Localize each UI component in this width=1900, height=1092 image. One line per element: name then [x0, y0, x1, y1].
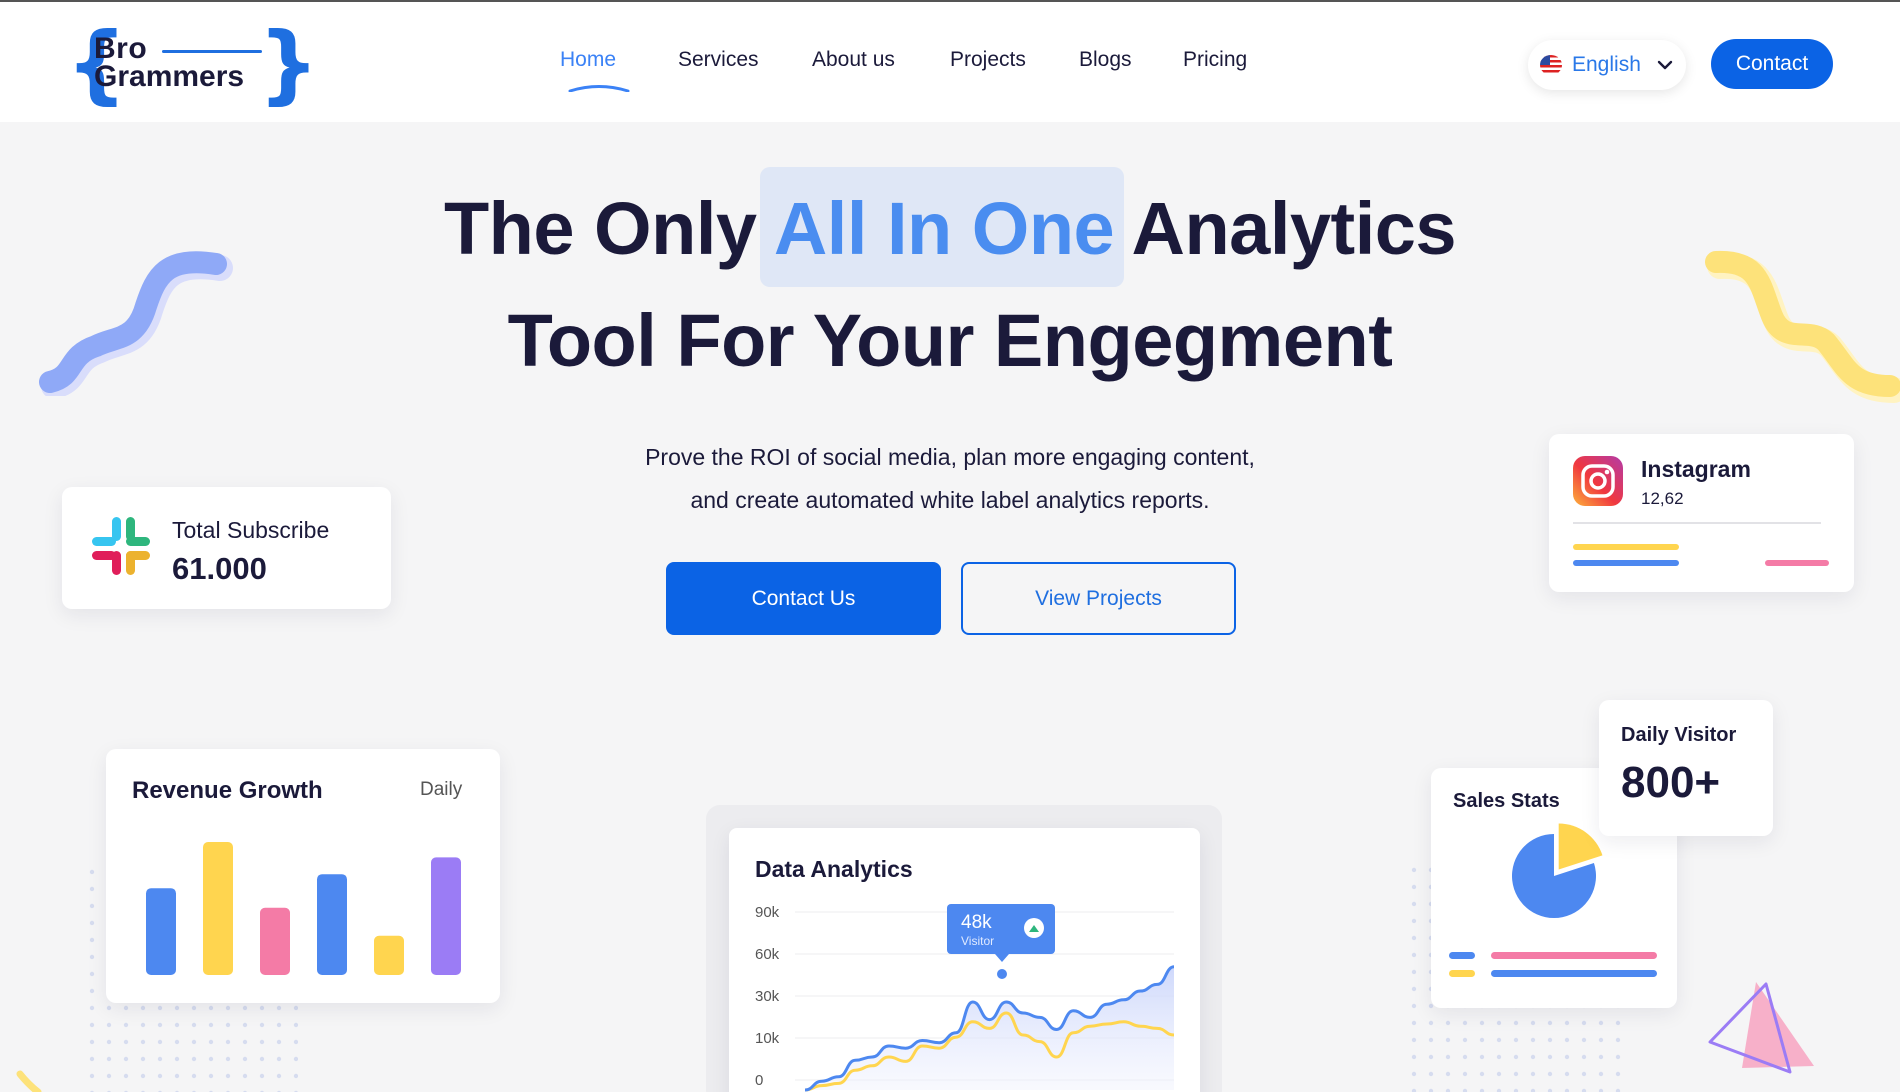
tooltip-label: Visitor — [961, 934, 994, 948]
logo-text-line2: Grammers — [94, 60, 245, 93]
subscribe-label: Total Subscribe — [172, 517, 330, 543]
hero-title-line2: Tool For Your Engegment — [507, 299, 1393, 382]
brand-logo[interactable]: { Bro Grammers } — [66, 20, 319, 108]
y-tick-label: 90k — [755, 904, 780, 921]
chevron-down-icon — [1657, 60, 1673, 70]
visitor-value: 800+ — [1621, 758, 1721, 807]
nav-home[interactable]: Home — [560, 48, 616, 72]
tooltip-value: 48k — [961, 912, 992, 933]
revenue-bar — [374, 935, 404, 975]
us-flag-icon — [1540, 55, 1562, 75]
hero-title-line1: The Only All In One Analytics — [0, 186, 1900, 271]
y-tick-label: 0 — [755, 1072, 763, 1089]
nav-about-us[interactable]: About us — [812, 48, 895, 72]
y-tick-label: 10k — [755, 1030, 780, 1047]
instagram-value: 12,62 — [1641, 489, 1684, 508]
revenue-growth-card: Revenue Growth Daily — [106, 749, 500, 1003]
total-subscribe-card: Total Subscribe 61.000 — [62, 487, 391, 609]
instagram-divider — [1573, 522, 1821, 524]
instagram-bar-pink — [1765, 560, 1829, 566]
logo-brace-right: } — [258, 14, 320, 114]
hero-title-post: Analytics — [1114, 187, 1457, 270]
visitor-label: Daily Visitor — [1621, 724, 1737, 746]
logo-line — [162, 50, 262, 53]
pie-slice — [1558, 823, 1603, 870]
slack-icon — [92, 517, 150, 575]
hero-title-pre: The Only — [443, 187, 774, 270]
nav-blogs[interactable]: Blogs — [1079, 48, 1132, 72]
instagram-card: Instagram 12,62 — [1549, 434, 1854, 592]
site-header: { Bro Grammers } Home Services About us … — [0, 2, 1900, 122]
sales-legend-blue — [1449, 952, 1475, 959]
triangle-decoration — [1708, 982, 1814, 1074]
language-label: English — [1572, 53, 1641, 76]
nav-projects[interactable]: Projects — [950, 48, 1026, 72]
yellow-corner-decoration — [16, 1070, 42, 1092]
y-tick-label: 60k — [755, 946, 780, 963]
revenue-bar — [260, 907, 290, 975]
nav-pricing[interactable]: Pricing — [1183, 48, 1247, 72]
nav-active-underline — [568, 85, 630, 92]
analytics-tooltip: 48k Visitor — [947, 904, 1055, 962]
nav-services[interactable]: Services — [678, 48, 759, 72]
contact-us-button[interactable]: Contact Us — [666, 562, 941, 635]
instagram-name: Instagram — [1641, 456, 1751, 482]
sales-legend-bar-blue — [1491, 970, 1657, 977]
language-selector[interactable]: English — [1528, 40, 1686, 90]
analytics-highlight-point — [995, 967, 1009, 981]
data-analytics-card: Data Analytics 90k 60k 30k 10k 0 48k Visitor — [729, 828, 1200, 1092]
y-tick-label: 30k — [755, 988, 780, 1005]
revenue-bar — [146, 888, 176, 975]
sales-legend-bar-pink — [1491, 952, 1657, 959]
revenue-bar-chart — [146, 842, 461, 975]
subscribe-value: 61.000 — [172, 551, 267, 586]
header-contact-button[interactable]: Contact — [1711, 39, 1833, 89]
instagram-bar-yellow — [1573, 544, 1679, 550]
revenue-bar — [203, 842, 233, 975]
hero-title-accent: All In One — [773, 187, 1115, 270]
instagram-bar-blue — [1573, 560, 1679, 566]
view-projects-button[interactable]: View Projects — [961, 562, 1236, 635]
sales-legend-yellow — [1449, 970, 1475, 977]
revenue-bar — [431, 857, 461, 975]
analytics-line-chart: 90k 60k 30k 10k 0 48k Visitor — [755, 904, 1175, 1092]
revenue-bar — [317, 874, 347, 975]
instagram-icon — [1573, 456, 1623, 506]
daily-visitor-card: Daily Visitor 800+ — [1599, 700, 1773, 836]
